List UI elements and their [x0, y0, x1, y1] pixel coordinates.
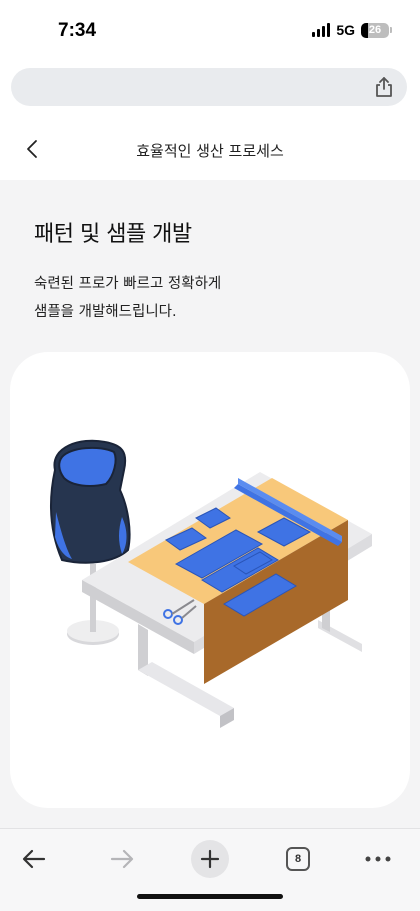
- share-icon[interactable]: [373, 76, 395, 98]
- plus-icon: [200, 849, 220, 869]
- page-header: 효율적인 생산 프로세스: [0, 120, 420, 180]
- network-label: 5G: [336, 22, 355, 38]
- back-button[interactable]: [12, 837, 56, 881]
- section-title: 패턴 및 샘플 개발: [34, 222, 192, 247]
- signal-icon: [312, 23, 331, 37]
- battery-icon: 26: [361, 22, 389, 38]
- page-title: 효율적인 생산 프로세스: [136, 142, 284, 160]
- status-indicators: 5G 26: [312, 22, 392, 38]
- more-icon: [365, 856, 391, 862]
- illustration-card: [10, 352, 410, 808]
- forward-button[interactable]: [100, 837, 144, 881]
- forward-arrow-icon: [110, 849, 134, 869]
- description-line: 샘플을 개발해드립니다.: [34, 304, 177, 320]
- browser-address-area: [0, 60, 420, 120]
- back-arrow-icon: [22, 849, 46, 869]
- battery-level: 26: [368, 23, 382, 36]
- mannequin: [49, 439, 131, 564]
- battery-cap: [390, 27, 392, 33]
- main-content: 패턴 및 샘플 개발 숙련된 프로가 빠르고 정확하게 샘플을 개발해드립니다.: [0, 180, 420, 828]
- new-tab-circle: [191, 840, 229, 878]
- status-bar: 7:34 5G 26: [0, 0, 420, 60]
- tabs-button[interactable]: 8: [276, 837, 320, 881]
- status-time: 7:34: [58, 20, 97, 41]
- description-line: 숙련된 프로가 빠르고 정확하게: [34, 276, 222, 292]
- more-button[interactable]: [356, 837, 400, 881]
- home-indicator: [137, 894, 283, 899]
- pattern-table-illustration: [49, 439, 372, 728]
- url-bar[interactable]: [11, 68, 407, 106]
- new-tab-button[interactable]: [188, 837, 232, 881]
- section-description: 숙련된 프로가 빠르고 정확하게 샘플을 개발해드립니다.: [34, 270, 354, 326]
- tabs-icon: 8: [286, 847, 310, 871]
